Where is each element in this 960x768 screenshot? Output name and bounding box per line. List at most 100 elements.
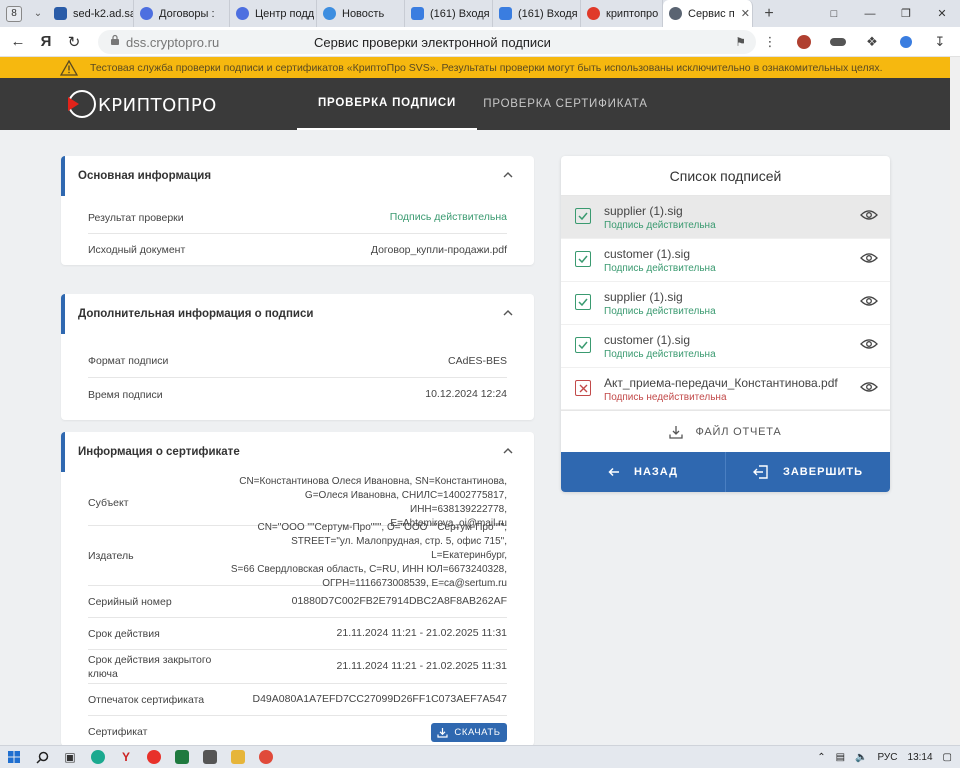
browser-extensions: ⋮ ❖ ↧ [756, 27, 954, 57]
signature-list-item[interactable]: customer (1).sig Подпись действительна [561, 325, 890, 368]
extensions-puzzle-icon[interactable]: ❖ [858, 28, 886, 56]
extension-hat-icon[interactable] [824, 28, 852, 56]
eye-icon[interactable] [860, 252, 878, 264]
valid-check-icon[interactable] [575, 208, 591, 224]
invalid-cross-icon[interactable] [575, 380, 591, 396]
reload-icon[interactable]: ↻ [60, 28, 88, 56]
bookmark-icon[interactable]: ⚑ [735, 35, 746, 49]
serial-number: 01880D7C002FB2E7914DBC2A8F8AB262AF [291, 595, 507, 607]
extra-info-header[interactable]: Дополнительная информация о подписи [61, 294, 534, 334]
eye-icon[interactable] [860, 338, 878, 350]
chevron-up-icon[interactable] [502, 307, 514, 319]
page-scrollbar[interactable] [950, 57, 960, 745]
info-row: Время подписи 10.12.2024 12:24 [88, 378, 507, 411]
yandex-taskbar-icon[interactable]: Y [112, 746, 140, 768]
eye-icon[interactable] [860, 209, 878, 221]
basic-info-header[interactable]: Основная информация [61, 156, 534, 196]
tray-chevron-icon[interactable]: ⌃ [817, 752, 825, 763]
clock[interactable]: 13:14 [908, 752, 933, 763]
close-window-icon[interactable]: ✕ [924, 0, 960, 27]
yandex-browser-icon[interactable] [140, 746, 168, 768]
action-buttons: НАЗАД ЗАВЕРШИТЬ [561, 452, 890, 492]
signature-name: supplier (1).sig [604, 204, 683, 218]
file-explorer-icon[interactable] [224, 746, 252, 768]
back-button[interactable]: НАЗАД [561, 452, 725, 492]
info-row: Исходный документ Договор_купли-продажи.… [88, 234, 507, 266]
finish-button[interactable]: ЗАВЕРШИТЬ [725, 452, 890, 492]
browser-tab[interactable]: Центр подд [230, 0, 317, 27]
cryptopro-logo[interactable]: КРИПТОПРО [66, 88, 217, 122]
chevron-up-icon[interactable] [502, 169, 514, 181]
edge-icon[interactable] [84, 746, 112, 768]
download-certificate-button[interactable]: СКАЧАТЬ [431, 722, 507, 742]
signature-format: CAdES-BES [448, 354, 507, 367]
site-info-icon[interactable] [110, 33, 120, 51]
extension-avatar-icon[interactable] [790, 28, 818, 56]
nav-verify-certificate[interactable]: ПРОВЕРКА СЕРТИФИКАТА [478, 78, 653, 130]
tab-count-badge[interactable]: 8 [6, 5, 22, 22]
signatures-title: Список подписей [561, 156, 890, 196]
certificate-issuer: CN="ООО ""Сертум-Про""", O="ООО ""Сертум… [230, 521, 507, 589]
url-host: dss.cryptopro.ru [126, 34, 220, 50]
signature-list-item[interactable]: customer (1).sig Подпись действительна [561, 239, 890, 282]
download-icon [437, 727, 449, 738]
tab-favicon-icon [140, 7, 153, 20]
tab-favicon-icon [323, 7, 336, 20]
browser-tab-active[interactable]: Сервис п ✕ [663, 0, 753, 27]
browser-tab[interactable]: Новость [317, 0, 405, 27]
start-icon[interactable] [0, 746, 28, 768]
tab-favicon-icon [669, 7, 682, 20]
tab-menu-icon[interactable]: □ [816, 0, 852, 27]
minimize-icon[interactable]: — [852, 0, 888, 27]
search-icon[interactable] [28, 746, 56, 768]
extra-info-title: Дополнительная информация о подписи [78, 308, 314, 320]
signature-name: Акт_приема-передачи_Константинова.pdf [604, 376, 838, 390]
tab-list-chevron-icon[interactable]: ⌄ [28, 8, 48, 19]
exit-icon [752, 465, 768, 479]
browser-tab[interactable]: (161) Входя [405, 0, 493, 27]
chrome-icon[interactable] [252, 746, 280, 768]
task-view-icon[interactable]: ▣ [56, 746, 84, 768]
language-indicator[interactable]: РУС [877, 752, 897, 763]
browser-tab[interactable]: sed-k2.ad.sa [48, 0, 134, 27]
eye-icon[interactable] [860, 295, 878, 307]
url-field[interactable]: dss.cryptopro.ru Сервис проверки электро… [98, 30, 756, 54]
close-tab-icon[interactable]: ✕ [741, 7, 750, 20]
source-document: Договор_купли-продажи.pdf [370, 243, 507, 256]
signature-name: customer (1).sig [604, 333, 691, 347]
signature-list-item[interactable]: supplier (1).sig Подпись действительна [561, 196, 890, 239]
browser-tab[interactable]: Договоры : [134, 0, 230, 27]
chevron-up-icon[interactable] [502, 445, 514, 457]
tab-favicon-icon [54, 7, 67, 20]
browser-tab[interactable]: криптопро [581, 0, 663, 27]
network-icon[interactable]: ▤ [836, 752, 845, 763]
back-arrow-icon[interactable]: ← [4, 28, 32, 56]
eye-icon[interactable] [860, 381, 878, 393]
site-header: КРИПТОПРО ПРОВЕРКА ПОДПИСИ ПРОВЕРКА СЕРТ… [0, 78, 950, 130]
tab-favicon-icon [411, 7, 424, 20]
excel-icon[interactable] [168, 746, 196, 768]
valid-check-icon[interactable] [575, 337, 591, 353]
certificate-info-header[interactable]: Информация о сертификате [61, 432, 534, 472]
notifications-icon[interactable]: ▢ [943, 752, 952, 763]
browser-tab[interactable]: (161) Входя [493, 0, 581, 27]
browser-tab-bar: 8 ⌄ sed-k2.ad.sa Договоры : Центр подд Н… [0, 0, 960, 27]
maximize-icon[interactable]: ❐ [888, 0, 924, 27]
yandex-icon[interactable]: Я [32, 28, 60, 56]
new-tab-button[interactable]: + [759, 4, 779, 24]
volume-icon[interactable]: 🔈 [855, 752, 867, 763]
nav-verify-signature[interactable]: ПРОВЕРКА ПОДПИСИ [297, 78, 477, 130]
valid-check-icon[interactable] [575, 251, 591, 267]
signature-list-item[interactable]: Акт_приема-передачи_Константинова.pdf По… [561, 368, 890, 410]
test-service-warning: Тестовая служба проверки подписи и серти… [0, 57, 950, 78]
logo-text: КРИПТОПРО [98, 94, 217, 116]
valid-check-icon[interactable] [575, 294, 591, 310]
signature-list-item[interactable]: supplier (1).sig Подпись действительна [561, 282, 890, 325]
downloads-icon[interactable]: ↧ [926, 28, 954, 56]
app-icon[interactable] [196, 746, 224, 768]
menu-dots-icon[interactable]: ⋮ [756, 28, 784, 56]
signature-time: 10.12.2024 12:24 [425, 388, 507, 400]
verification-result: Подпись действительна [389, 211, 507, 223]
report-file-button[interactable]: ФАЙЛ ОТЧЕТА [561, 410, 890, 452]
extension-gear-icon[interactable] [892, 28, 920, 56]
